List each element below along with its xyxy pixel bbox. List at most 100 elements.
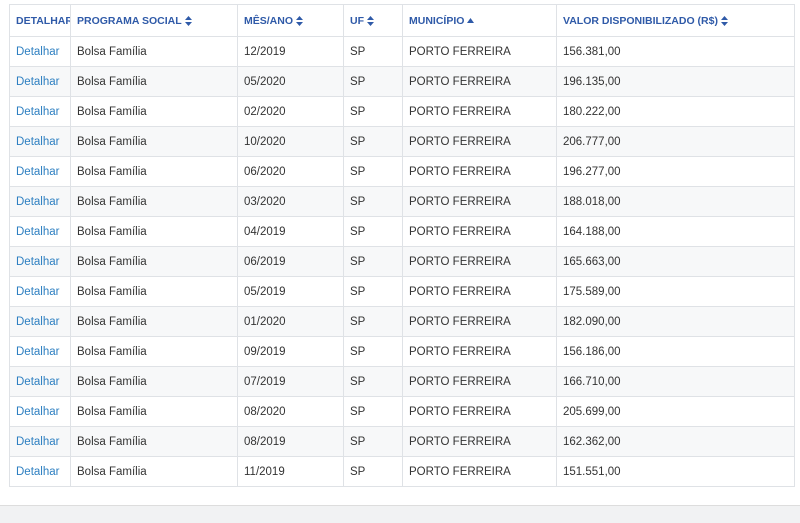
valor-cell: 205.699,00 [556, 396, 795, 427]
detalhar-link[interactable]: Detalhar [9, 336, 71, 367]
column-header-label: VALOR DISPONIBILIZADO (R$) [563, 14, 718, 27]
uf-cell: SP [343, 366, 403, 397]
uf-cell: SP [343, 246, 403, 277]
programa-cell: Bolsa Família [70, 336, 238, 367]
municipio-cell: PORTO FERREIRA [402, 276, 557, 307]
detalhar-link[interactable]: Detalhar [9, 186, 71, 217]
mes-ano-cell: 04/2019 [237, 216, 344, 247]
table-row: Detalhar Bolsa Família 01/2020 SP PORTO FERR… [9, 306, 795, 337]
mes-ano-cell: 08/2020 [237, 396, 344, 427]
column-header-programa-social[interactable]: PROGRAMA SOCIAL [70, 4, 238, 37]
table-row: Detalhar Bolsa Família 08/2019 SP PORTO FERR… [9, 426, 795, 457]
programa-cell: Bolsa Família [70, 276, 238, 307]
programa-cell: Bolsa Família [70, 216, 238, 247]
valor-cell: 166.710,00 [556, 366, 795, 397]
mes-ano-cell: 09/2019 [237, 336, 344, 367]
detalhar-link[interactable]: Detalhar [9, 96, 71, 127]
programa-cell: Bolsa Família [70, 66, 238, 97]
table-row: Detalhar Bolsa Família 12/2019 SP PORTO FERR… [9, 36, 795, 67]
programa-cell: Bolsa Família [70, 246, 238, 277]
uf-cell: SP [343, 396, 403, 427]
mes-ano-cell: 08/2019 [237, 426, 344, 457]
programa-cell: Bolsa Família [70, 306, 238, 337]
municipio-cell: PORTO FERREIRA [402, 36, 557, 67]
mes-ano-cell: 10/2020 [237, 126, 344, 157]
uf-cell: SP [343, 156, 403, 187]
programa-cell: Bolsa Família [70, 456, 238, 487]
panel-divider [0, 505, 800, 506]
column-header-detalhar: DETALHAR [9, 4, 71, 37]
municipio-cell: PORTO FERREIRA [402, 186, 557, 217]
uf-cell: SP [343, 276, 403, 307]
mes-ano-cell: 01/2020 [237, 306, 344, 337]
programa-cell: Bolsa Família [70, 36, 238, 67]
programa-cell: Bolsa Família [70, 186, 238, 217]
detalhar-link[interactable]: Detalhar [9, 156, 71, 187]
municipio-cell: PORTO FERREIRA [402, 246, 557, 277]
table-row: Detalhar Bolsa Família 11/2019 SP PORTO FERR… [9, 456, 795, 487]
detalhar-link[interactable]: Detalhar [9, 396, 71, 427]
table-row: Detalhar Bolsa Família 10/2020 SP PORTO FERR… [9, 126, 795, 157]
valor-cell: 164.188,00 [556, 216, 795, 247]
valor-cell: 175.589,00 [556, 276, 795, 307]
municipio-cell: PORTO FERREIRA [402, 216, 557, 247]
detalhar-link[interactable]: Detalhar [9, 456, 71, 487]
column-header-label: UF [350, 14, 364, 27]
sort-asc-icon[interactable] [467, 18, 475, 24]
sort-both-icon[interactable] [720, 15, 728, 26]
valor-cell: 156.186,00 [556, 336, 795, 367]
detalhar-link[interactable]: Detalhar [9, 366, 71, 397]
table-row: Detalhar Bolsa Família 09/2019 SP PORTO FERR… [9, 336, 795, 367]
column-header-valor-disponibilizado[interactable]: VALOR DISPONIBILIZADO (R$) [556, 4, 795, 37]
table-row: Detalhar Bolsa Família 06/2019 SP PORTO FERR… [9, 246, 795, 277]
table-row: Detalhar Bolsa Família 05/2019 SP PORTO FERR… [9, 276, 795, 307]
column-header-uf[interactable]: UF [343, 4, 403, 37]
detalhar-link[interactable]: Detalhar [9, 36, 71, 67]
municipio-cell: PORTO FERREIRA [402, 366, 557, 397]
detalhar-link[interactable]: Detalhar [9, 426, 71, 457]
detalhar-link[interactable]: Detalhar [9, 306, 71, 337]
mes-ano-cell: 06/2019 [237, 246, 344, 277]
detalhar-link[interactable]: Detalhar [9, 126, 71, 157]
column-header-municipio[interactable]: MUNICÍPIO [402, 4, 557, 37]
programa-cell: Bolsa Família [70, 426, 238, 457]
detalhar-link[interactable]: Detalhar [9, 246, 71, 277]
uf-cell: SP [343, 186, 403, 217]
mes-ano-cell: 06/2020 [237, 156, 344, 187]
sort-both-icon[interactable] [296, 15, 304, 26]
valor-cell: 151.551,00 [556, 456, 795, 487]
column-header-label: PROGRAMA SOCIAL [77, 14, 182, 27]
results-table: DETALHAR PROGRAMA SOCIAL MÊS/ANO UF MUNICÍPI… [9, 4, 795, 487]
table-row: Detalhar Bolsa Família 02/2020 SP PORTO FERR… [9, 96, 795, 127]
municipio-cell: PORTO FERREIRA [402, 456, 557, 487]
table-row: Detalhar Bolsa Família 08/2020 SP PORTO FERR… [9, 396, 795, 427]
sort-both-icon[interactable] [184, 15, 192, 26]
detalhar-link[interactable]: Detalhar [9, 276, 71, 307]
mes-ano-cell: 05/2019 [237, 276, 344, 307]
table-body: Detalhar Bolsa Família 12/2019 SP PORTO FERR… [9, 36, 795, 487]
results-panel: DETALHAR PROGRAMA SOCIAL MÊS/ANO UF MUNICÍPI… [0, 0, 800, 505]
mes-ano-cell: 02/2020 [237, 96, 344, 127]
uf-cell: SP [343, 36, 403, 67]
detalhar-link[interactable]: Detalhar [9, 216, 71, 247]
municipio-cell: PORTO FERREIRA [402, 126, 557, 157]
column-header-mes-ano[interactable]: MÊS/ANO [237, 4, 344, 37]
municipio-cell: PORTO FERREIRA [402, 156, 557, 187]
table-header: DETALHAR PROGRAMA SOCIAL MÊS/ANO UF MUNICÍPI… [9, 4, 795, 37]
valor-cell: 162.362,00 [556, 426, 795, 457]
table-row: Detalhar Bolsa Família 04/2019 SP PORTO FERR… [9, 216, 795, 247]
detalhar-link[interactable]: Detalhar [9, 66, 71, 97]
programa-cell: Bolsa Família [70, 396, 238, 427]
sort-both-icon[interactable] [367, 15, 374, 26]
uf-cell: SP [343, 426, 403, 457]
valor-cell: 196.135,00 [556, 66, 795, 97]
uf-cell: SP [343, 456, 403, 487]
uf-cell: SP [343, 66, 403, 97]
municipio-cell: PORTO FERREIRA [402, 306, 557, 337]
column-header-label: MUNICÍPIO [409, 14, 465, 27]
programa-cell: Bolsa Família [70, 96, 238, 127]
programa-cell: Bolsa Família [70, 126, 238, 157]
mes-ano-cell: 05/2020 [237, 66, 344, 97]
municipio-cell: PORTO FERREIRA [402, 426, 557, 457]
valor-cell: 165.663,00 [556, 246, 795, 277]
